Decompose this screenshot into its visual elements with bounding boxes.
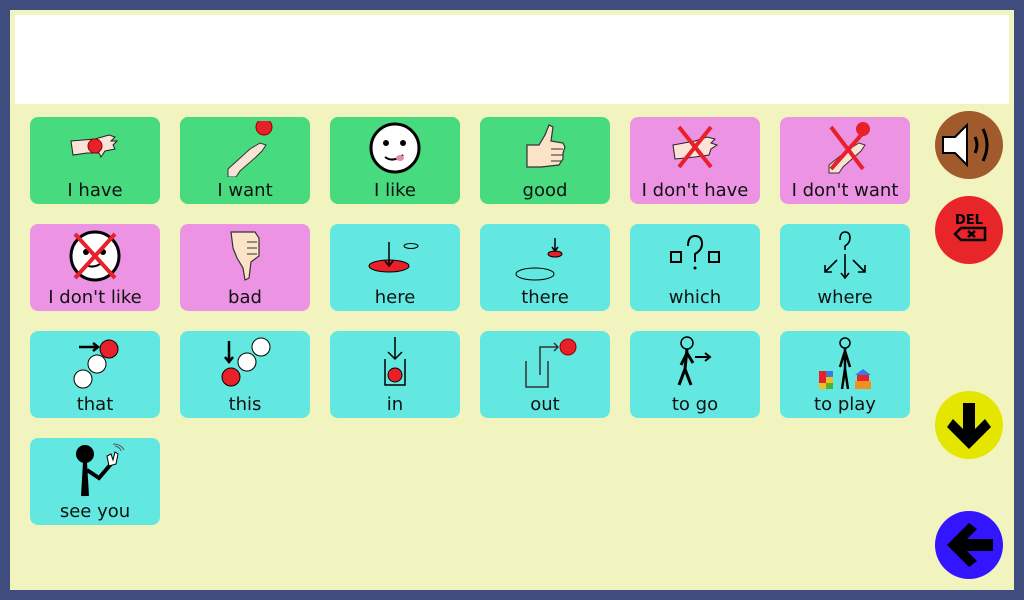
tile-label: I have <box>67 180 123 201</box>
hand-reaching-ball-icon <box>180 121 310 177</box>
crossed-smiley-icon <box>30 228 160 284</box>
tile-label: good <box>522 180 568 201</box>
tile-label: here <box>374 287 416 308</box>
person-with-toys-icon <box>780 335 910 391</box>
there-icon <box>480 228 610 284</box>
tile-see-you[interactable]: see you <box>30 438 160 525</box>
tile-label: I don't want <box>791 180 899 201</box>
tile-bad[interactable]: bad <box>180 224 310 311</box>
tile-i-want[interactable]: I want <box>180 117 310 204</box>
tile-label: that <box>76 394 114 415</box>
tile-label: I don't have <box>641 180 749 201</box>
tile-which[interactable]: which <box>630 224 760 311</box>
tile-i-dont-like[interactable]: I don't like <box>30 224 160 311</box>
tile-that[interactable]: that <box>30 331 160 418</box>
tile-to-go[interactable]: to go <box>630 331 760 418</box>
tile-to-play[interactable]: to play <box>780 331 910 418</box>
tile-label: I want <box>217 180 273 201</box>
tile-label: to play <box>814 394 876 415</box>
tile-where[interactable]: where <box>780 224 910 311</box>
tile-label: there <box>521 287 569 308</box>
delete-button[interactable]: DEL <box>935 196 1003 264</box>
tile-label: which <box>668 287 722 308</box>
tile-label: see you <box>59 501 131 522</box>
hand-holding-ball-icon <box>30 121 160 177</box>
arrow-left-icon <box>947 523 993 567</box>
here-icon <box>330 228 460 284</box>
smiley-face-icon <box>330 121 460 177</box>
tile-label: I don't like <box>48 287 142 308</box>
tile-i-dont-want[interactable]: I don't want <box>780 117 910 204</box>
tile-i-like[interactable]: I like <box>330 117 460 204</box>
out-icon <box>480 335 610 391</box>
walking-person-icon <box>630 335 760 391</box>
where-icon <box>780 228 910 284</box>
tile-here[interactable]: here <box>330 224 460 311</box>
tile-label: out <box>530 394 560 415</box>
tile-in[interactable]: in <box>330 331 460 418</box>
waving-person-icon <box>30 442 160 498</box>
tile-label: this <box>228 394 262 415</box>
which-icon <box>630 228 760 284</box>
in-icon <box>330 335 460 391</box>
tile-this[interactable]: this <box>180 331 310 418</box>
crossed-hand-reaching-icon <box>780 121 910 177</box>
tile-label: I like <box>374 180 416 201</box>
tile-there[interactable]: there <box>480 224 610 311</box>
crossed-hand-holding-icon <box>630 121 760 177</box>
that-icon <box>30 335 160 391</box>
message-bar[interactable] <box>15 15 1009 104</box>
tile-label: where <box>817 287 873 308</box>
backspace-icon: DEL <box>953 213 987 242</box>
arrow-down-icon <box>947 403 991 449</box>
thumbs-up-icon <box>480 121 610 177</box>
speaker-icon <box>942 122 989 168</box>
tile-label: in <box>386 394 404 415</box>
tile-label: bad <box>228 287 262 308</box>
tile-good[interactable]: good <box>480 117 610 204</box>
back-button[interactable] <box>935 511 1003 579</box>
speak-button[interactable] <box>935 111 1003 179</box>
delete-label: DEL <box>955 213 983 228</box>
tile-label: to go <box>671 394 719 415</box>
tile-i-dont-have[interactable]: I don't have <box>630 117 760 204</box>
scroll-down-button[interactable] <box>935 391 1003 459</box>
tile-out[interactable]: out <box>480 331 610 418</box>
tile-i-have[interactable]: I have <box>30 117 160 204</box>
thumbs-down-icon <box>180 228 310 284</box>
this-icon <box>180 335 310 391</box>
